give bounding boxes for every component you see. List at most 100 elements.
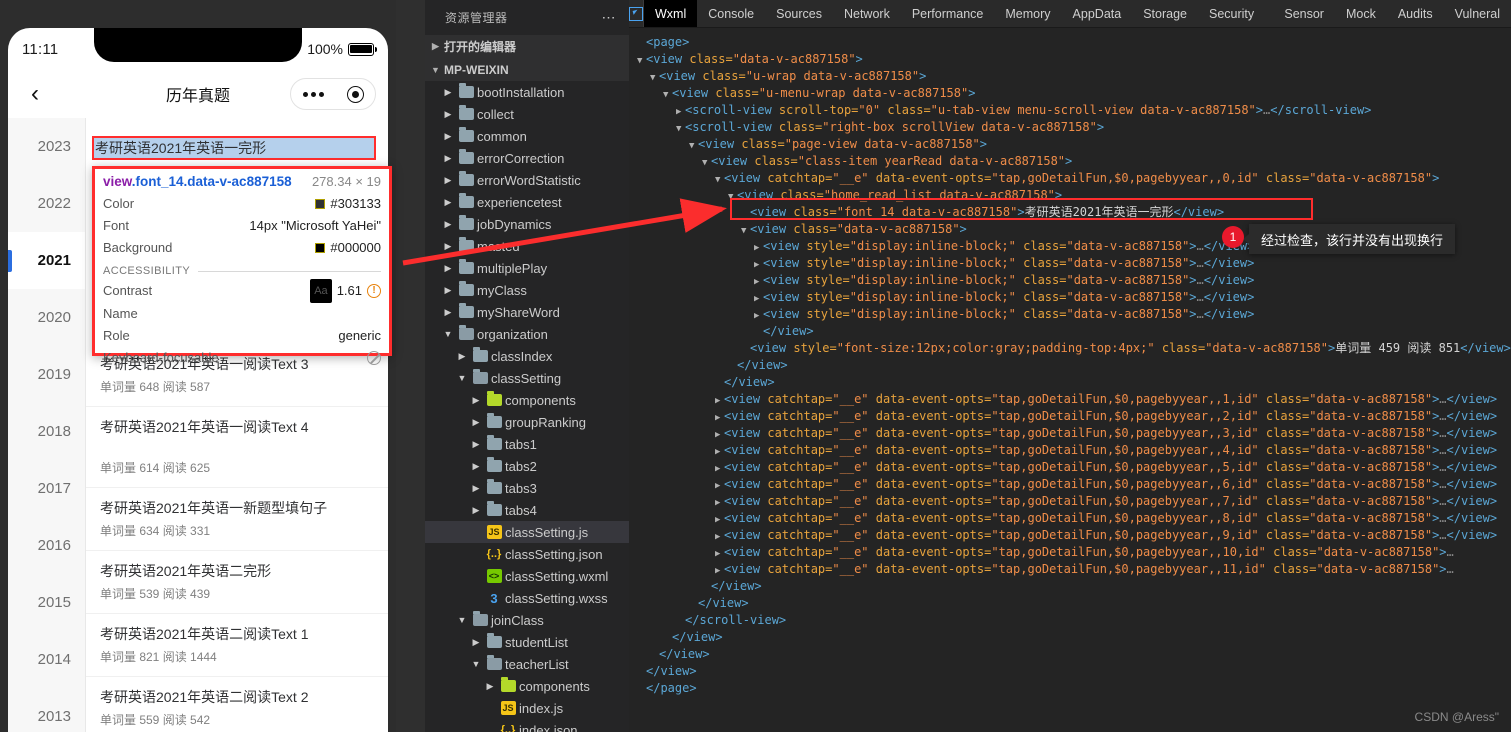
chevron-right-icon[interactable]: ▶ <box>441 285 455 296</box>
explorer-folder-row[interactable]: ▶ collect <box>425 103 629 125</box>
dom-line[interactable]: <view catchtap="__e" data-event-opts="ta… <box>633 476 1511 493</box>
explorer-section-mp-weixin[interactable]: MP-WEIXIN <box>425 58 629 81</box>
list-item[interactable]: 考研英语2021年英语一新题型填句子 单词量 634 阅读 331 <box>86 488 388 551</box>
ellipsis-icon[interactable]: ⋯ <box>602 9 618 26</box>
devtools-tab-storage[interactable]: Storage <box>1132 0 1198 27</box>
year-item[interactable]: 2020 <box>8 289 85 346</box>
dom-line[interactable]: </view> <box>633 578 1511 595</box>
explorer-folder-row[interactable]: ▶ groupRanking <box>425 411 629 433</box>
list-item[interactable]: 考研英语2021年英语二阅读Text 1 单词量 821 阅读 1444 <box>86 614 388 677</box>
chevron-down-icon[interactable]: ▼ <box>441 329 455 339</box>
dom-line[interactable]: <view class="page-view data-v-ac887158"> <box>633 136 1511 153</box>
chevron-right-icon[interactable]: ▶ <box>469 461 483 472</box>
dom-line[interactable]: <view class="u-menu-wrap data-v-ac887158… <box>633 85 1511 102</box>
devtools-tab-appdata[interactable]: AppData <box>1062 0 1133 27</box>
chevron-down-icon[interactable] <box>676 121 685 138</box>
devtools-tabbar[interactable]: Wxml Console Sources Network Performance Memo… <box>629 0 1511 28</box>
list-item[interactable]: 考研英语2021年英语一阅读Text 4 单词量 614 阅读 625 <box>86 407 388 488</box>
explorer-folder-row[interactable]: ▶ masted <box>425 235 629 257</box>
chevron-right-icon[interactable]: ▶ <box>469 505 483 516</box>
more-dots-icon[interactable] <box>302 91 324 97</box>
explorer-folder-row[interactable]: ▶ multiplePlay <box>425 257 629 279</box>
chevron-right-icon[interactable]: ▶ <box>455 351 469 362</box>
devtools-tab-memory[interactable]: Memory <box>994 0 1061 27</box>
explorer-folder-row[interactable]: ▶ components <box>425 675 629 697</box>
year-item[interactable]: 2016 <box>8 517 85 574</box>
devtools-tab-performance[interactable]: Performance <box>901 0 995 27</box>
dom-line[interactable]: <view catchtap="__e" data-event-opts="ta… <box>633 561 1511 578</box>
year-sidebar[interactable]: 2023 2022 2021 2020 2019 2018 2017 2016 2015 2014… <box>8 118 86 732</box>
chevron-down-icon[interactable] <box>650 70 659 87</box>
explorer-folder-row[interactable]: ▶ tabs4 <box>425 499 629 521</box>
target-circle-icon[interactable] <box>346 85 364 103</box>
back-chevron-icon[interactable]: ‹ <box>20 79 50 109</box>
dom-line[interactable]: <view class="font_14 data-v-ac887158">考研… <box>633 204 1511 221</box>
chevron-right-icon[interactable]: ▶ <box>441 153 455 164</box>
explorer-folder-row[interactable]: ▶ myShareWord <box>425 301 629 323</box>
explorer-folder-row[interactable]: ▼ organization <box>425 323 629 345</box>
explorer-folder-row[interactable]: ▶ errorCorrection <box>425 147 629 169</box>
explorer-section-open-editors[interactable]: 打开的编辑器 <box>425 35 629 58</box>
explorer-folder-row[interactable]: ▶ tabs3 <box>425 477 629 499</box>
dom-line[interactable]: <view catchtap="__e" data-event-opts="ta… <box>633 425 1511 442</box>
chevron-down-icon[interactable]: ▼ <box>455 373 469 383</box>
chevron-right-icon[interactable]: ▶ <box>441 219 455 230</box>
year-item[interactable]: 2023 <box>8 118 85 175</box>
devtools-tab-console[interactable]: Console <box>697 0 765 27</box>
dom-line[interactable]: </view> <box>633 323 1511 340</box>
dom-line[interactable]: <view catchtap="__e" data-event-opts="ta… <box>633 170 1511 187</box>
dom-line[interactable]: </view> <box>633 357 1511 374</box>
dom-line[interactable]: <view catchtap="__e" data-event-opts="ta… <box>633 459 1511 476</box>
chevron-right-icon[interactable]: ▶ <box>441 307 455 318</box>
miniprogram-capsule[interactable] <box>290 78 376 110</box>
dom-line[interactable]: <view style="display:inline-block;" clas… <box>633 289 1511 306</box>
dom-line[interactable]: <view catchtap="__e" data-event-opts="ta… <box>633 442 1511 459</box>
explorer-folder-row[interactable]: ▶ myClass <box>425 279 629 301</box>
dom-line[interactable]: <view style="display:inline-block;" clas… <box>633 255 1511 272</box>
dom-line[interactable]: <view style="font-size:12px;color:gray;p… <box>633 340 1511 357</box>
wxml-dom-tree[interactable]: <page><view class="data-v-ac887158"><vie… <box>629 28 1511 697</box>
dom-line[interactable]: <view catchtap="__e" data-event-opts="ta… <box>633 391 1511 408</box>
chevron-down-icon[interactable] <box>741 223 750 240</box>
chevron-down-icon[interactable] <box>715 172 724 189</box>
year-item[interactable]: 2019 <box>8 346 85 403</box>
dom-line[interactable]: <view catchtap="__e" data-event-opts="ta… <box>633 510 1511 527</box>
explorer-file-row[interactable]: {..} classSetting.json <box>425 543 629 565</box>
inspect-element-button[interactable] <box>629 0 644 27</box>
chevron-right-icon[interactable]: ▶ <box>441 175 455 186</box>
year-item[interactable]: 2017 <box>8 460 85 517</box>
year-item[interactable]: 2015 <box>8 574 85 631</box>
chevron-down-icon[interactable]: ▼ <box>455 615 469 625</box>
chevron-right-icon[interactable]: ▶ <box>469 439 483 450</box>
devtools-tab-security[interactable]: Security <box>1198 0 1265 27</box>
chevron-down-icon[interactable] <box>431 65 440 75</box>
dom-line[interactable]: </view> <box>633 646 1511 663</box>
chevron-right-icon[interactable]: ▶ <box>441 197 455 208</box>
dom-line[interactable]: <view catchtap="__e" data-event-opts="ta… <box>633 527 1511 544</box>
list-item[interactable]: 考研英语2021年英语二完形 单词量 539 阅读 439 <box>86 551 388 614</box>
chevron-right-icon[interactable]: ▶ <box>441 131 455 142</box>
devtools-tab-sensor[interactable]: Sensor <box>1273 0 1335 27</box>
dom-line[interactable]: <view catchtap="__e" data-event-opts="ta… <box>633 408 1511 425</box>
dom-line[interactable]: <view style="display:inline-block;" clas… <box>633 306 1511 323</box>
devtools-tab-network[interactable]: Network <box>833 0 901 27</box>
chevron-down-icon[interactable] <box>663 87 672 104</box>
devtools-tab-mock[interactable]: Mock <box>1335 0 1387 27</box>
dom-line[interactable]: <view class="class-item yearRead data-v-… <box>633 153 1511 170</box>
devtools-tab-audits[interactable]: Audits <box>1387 0 1444 27</box>
explorer-folder-row[interactable]: ▶ experiencetest <box>425 191 629 213</box>
dom-line[interactable]: </view> <box>633 374 1511 391</box>
explorer-folder-row[interactable]: ▶ jobDynamics <box>425 213 629 235</box>
dom-line[interactable]: <scroll-view scroll-top="0" class="u-tab… <box>633 102 1511 119</box>
dom-line[interactable]: </view> <box>633 629 1511 646</box>
dom-line[interactable]: </scroll-view> <box>633 612 1511 629</box>
inspect-cursor-icon[interactable] <box>629 6 643 21</box>
dom-line[interactable]: <view class="home_read_list data-v-ac887… <box>633 187 1511 204</box>
chevron-right-icon[interactable]: ▶ <box>441 263 455 274</box>
devtools-tabs-secondary[interactable]: Sensor Mock Audits Vulneral <box>1273 0 1511 27</box>
chevron-right-icon[interactable]: ▶ <box>469 637 483 648</box>
chevron-right-icon[interactable]: ▶ <box>469 417 483 428</box>
explorer-folder-row[interactable]: ▼ joinClass <box>425 609 629 631</box>
chevron-right-icon[interactable]: ▶ <box>441 109 455 120</box>
year-item[interactable]: 2013 <box>8 688 85 732</box>
